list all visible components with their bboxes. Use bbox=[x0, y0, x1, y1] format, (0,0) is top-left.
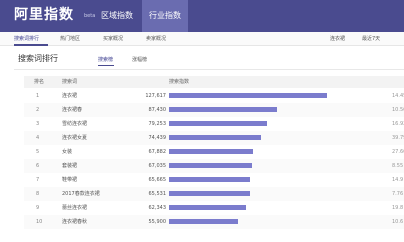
subnav-buyer-overview[interactable]: 买家概况 bbox=[103, 32, 123, 46]
table-row[interactable]: 10 连衣裙春秋 55,900 10.6 bbox=[24, 215, 404, 229]
keyword: 连衣裙 bbox=[62, 93, 78, 99]
divider bbox=[14, 69, 404, 70]
rank-number: 7 bbox=[36, 177, 40, 183]
table-row[interactable]: 5 女装 67,882 27.66 bbox=[24, 145, 404, 159]
rank-number: 3 bbox=[36, 121, 40, 127]
search-index-value: 67,035 bbox=[148, 163, 167, 169]
column-search-index: 搜索指数 bbox=[169, 79, 190, 85]
active-segment-underline bbox=[98, 65, 114, 66]
rise-value: 16.92 bbox=[392, 121, 404, 127]
rise-value: 14.9 bbox=[392, 177, 404, 183]
search-index-value: 65,665 bbox=[148, 177, 167, 183]
rank-number: 8 bbox=[36, 191, 40, 197]
brand-logo[interactable]: 阿里指数 bbox=[14, 6, 74, 24]
rise-value: 27.66 bbox=[392, 149, 404, 155]
column-keyword: 搜索词 bbox=[62, 79, 78, 85]
keyword: 蕾丝连衣裙 bbox=[62, 205, 88, 211]
rank-number: 4 bbox=[36, 135, 40, 141]
search-index-bar bbox=[169, 149, 253, 154]
table-row[interactable]: 2 连衣裙春 87,430 10.56 bbox=[24, 103, 404, 117]
section-title: 搜索词排行 bbox=[18, 54, 58, 63]
top-navigation-bar: 阿里指数 beta 区域指数 行业指数 bbox=[0, 0, 404, 32]
active-subnav-underline bbox=[14, 44, 48, 46]
search-index-bar bbox=[169, 205, 246, 210]
table-row[interactable]: 9 蕾丝连衣裙 62,343 19.8 bbox=[24, 201, 404, 215]
rise-value: 19.8 bbox=[392, 205, 404, 211]
search-index-bar bbox=[169, 219, 238, 224]
keyword: 鞋带裙 bbox=[62, 177, 78, 183]
keyword: 雪纺连衣裙 bbox=[62, 121, 88, 127]
rank-number: 10 bbox=[36, 219, 43, 225]
rank-number: 2 bbox=[36, 107, 40, 113]
table-row[interactable]: 7 鞋带裙 65,665 14.9 bbox=[24, 173, 404, 187]
table-row[interactable]: 3 雪纺连衣裙 79,253 16.92 bbox=[24, 117, 404, 131]
category-dropdown[interactable]: 连衣裙 bbox=[330, 32, 345, 46]
tab-rise-list[interactable]: 涨幅榜 bbox=[132, 56, 147, 64]
search-index-value: 62,343 bbox=[148, 205, 167, 211]
date-range-dropdown[interactable]: 最近7天 bbox=[362, 32, 380, 46]
search-index-value: 127,617 bbox=[145, 93, 166, 99]
search-index-bar bbox=[169, 177, 250, 182]
search-index-value: 87,430 bbox=[148, 107, 167, 113]
rank-number: 9 bbox=[36, 205, 40, 211]
search-index-value: 65,531 bbox=[148, 191, 167, 197]
search-index-value: 67,882 bbox=[148, 149, 167, 155]
table-row[interactable]: 6 套装裙 67,035 8.55 bbox=[24, 159, 404, 173]
keyword: 女装 bbox=[62, 149, 73, 155]
keyword: 连衣裙春秋 bbox=[62, 219, 88, 225]
subnav-hot-regions[interactable]: 热门地区 bbox=[60, 32, 80, 46]
subnav-seller-overview[interactable]: 卖家概况 bbox=[146, 32, 166, 46]
search-index-value: 79,253 bbox=[148, 121, 167, 127]
rank-number: 1 bbox=[36, 93, 40, 99]
rank-number: 6 bbox=[36, 163, 40, 169]
search-index-bar bbox=[169, 107, 277, 112]
rise-value: 10.6 bbox=[392, 219, 404, 225]
tab-industry-index[interactable]: 行业指数 bbox=[142, 0, 188, 32]
rise-value: 14.45 bbox=[392, 93, 404, 99]
sub-navigation: 搜索词排行 热门地区 买家概况 卖家概况 连衣裙 最近7天 bbox=[0, 32, 404, 46]
beta-label: beta bbox=[84, 13, 96, 19]
search-index-value: 55,900 bbox=[148, 219, 167, 225]
keyword: 2017春款连衣裙 bbox=[62, 191, 100, 197]
table-header: 排名 搜索词 搜索指数 bbox=[24, 76, 404, 88]
rise-value: 7.76 bbox=[392, 191, 404, 197]
search-index-bar bbox=[169, 191, 250, 196]
keyword: 套装裙 bbox=[62, 163, 78, 169]
search-index-bar bbox=[169, 121, 267, 126]
tab-region-index[interactable]: 区域指数 bbox=[99, 0, 135, 32]
search-index-bar bbox=[169, 163, 252, 168]
search-index-value: 74,439 bbox=[148, 135, 167, 141]
keyword: 连衣裙女夏 bbox=[62, 135, 88, 141]
tab-search-list[interactable]: 搜索榜 bbox=[98, 56, 113, 64]
rise-value: 8.55 bbox=[392, 163, 404, 169]
rise-value: 10.56 bbox=[392, 107, 404, 113]
table-row[interactable]: 4 连衣裙女夏 74,439 39.79 bbox=[24, 131, 404, 145]
keyword: 连衣裙春 bbox=[62, 107, 83, 113]
search-index-bar bbox=[169, 93, 327, 98]
rise-value: 39.79 bbox=[392, 135, 404, 141]
column-rank: 排名 bbox=[34, 79, 45, 85]
table-row[interactable]: 8 2017春款连衣裙 65,531 7.76 bbox=[24, 187, 404, 201]
table-row[interactable]: 1 连衣裙 127,617 14.45 bbox=[24, 89, 404, 103]
rank-number: 5 bbox=[36, 149, 40, 155]
search-index-bar bbox=[169, 135, 261, 140]
